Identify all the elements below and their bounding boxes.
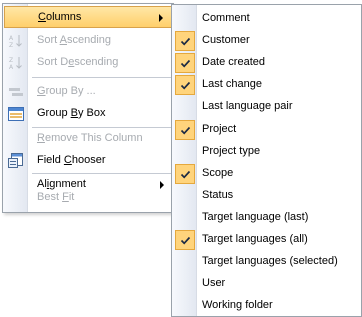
column-toggle-item[interactable]: Project bbox=[173, 119, 361, 141]
checkmark-icon bbox=[175, 31, 195, 52]
menu-item-label: Columns bbox=[38, 11, 82, 23]
column-toggle-label: Date created bbox=[202, 56, 265, 69]
menu-item-best-fit[interactable]: Best Fit bbox=[4, 187, 172, 209]
svg-text:A: A bbox=[9, 64, 14, 71]
column-toggle-label: Project type bbox=[202, 144, 261, 157]
checkmark-icon bbox=[175, 75, 195, 96]
menu-item-label: Field Chooser bbox=[37, 154, 106, 166]
column-toggle-item[interactable]: Project type bbox=[173, 141, 361, 163]
column-toggle-label: Target languages (all) bbox=[202, 233, 308, 245]
column-toggle-label: Comment bbox=[202, 12, 250, 24]
columns-submenu: Comment Customer Date created Last change La… bbox=[171, 4, 362, 317]
column-toggle-item[interactable]: User bbox=[173, 273, 361, 295]
column-toggle-item[interactable]: Status bbox=[173, 185, 361, 207]
sort-descending-icon: Z A bbox=[8, 55, 24, 71]
group-by-box-icon bbox=[8, 106, 24, 122]
svg-text:Z: Z bbox=[9, 57, 13, 64]
chevron-right-icon bbox=[159, 14, 163, 22]
sort-ascending-icon: A Z bbox=[8, 33, 24, 49]
column-toggle-item[interactable]: Target languages (all) bbox=[173, 229, 361, 251]
column-toggle-item[interactable]: Working folder bbox=[173, 295, 361, 317]
column-toggle-label: Status bbox=[202, 188, 234, 201]
menu-item-remove-column[interactable]: Remove This Column bbox=[4, 128, 172, 150]
column-toggle-item[interactable]: Target languages (selected) bbox=[173, 251, 361, 273]
menu-item-columns[interactable]: Columns bbox=[4, 6, 172, 28]
column-toggle-item[interactable]: Customer bbox=[173, 30, 361, 52]
svg-text:A: A bbox=[9, 35, 14, 42]
column-toggle-item[interactable]: Date created bbox=[173, 52, 361, 74]
group-by-icon bbox=[8, 84, 24, 100]
column-toggle-label: Target language (last) bbox=[202, 210, 309, 223]
menu-separator bbox=[32, 77, 171, 78]
menu-item-label: Sort Ascending bbox=[37, 34, 112, 46]
menu-item-sort-descending[interactable]: Z A Sort Descending bbox=[4, 52, 172, 74]
menu-item-sort-ascending[interactable]: A Z Sort Ascending bbox=[4, 30, 172, 52]
menu-item-group-by-box[interactable]: Group By Box bbox=[4, 103, 172, 125]
column-toggle-label: Project bbox=[202, 122, 237, 135]
checkmark-icon bbox=[175, 53, 195, 74]
checkmark-icon bbox=[175, 163, 195, 184]
menu-item-label: Sort Descending bbox=[37, 56, 119, 68]
checkmark-icon bbox=[175, 230, 195, 250]
column-toggle-item[interactable]: Comment bbox=[173, 8, 361, 30]
column-toggle-item[interactable]: Last language pair bbox=[173, 96, 361, 118]
column-toggle-label: Working folder bbox=[202, 299, 273, 312]
svg-text:Z: Z bbox=[9, 42, 13, 49]
menu-item-label: Best Fit bbox=[37, 191, 75, 203]
column-toggle-item[interactable]: Target language (last) bbox=[173, 207, 361, 229]
column-toggle-label: Last change bbox=[202, 78, 262, 91]
field-chooser-icon bbox=[8, 153, 24, 169]
menu-item-label: Group By Box bbox=[37, 107, 106, 119]
column-context-menu: Columns A Z Sort Ascending Z A Sort Desc… bbox=[2, 3, 174, 213]
menu-item-label: Group By ... bbox=[37, 85, 96, 97]
column-toggle-label: Scope bbox=[202, 166, 234, 179]
column-toggle-label: Customer bbox=[202, 34, 250, 47]
column-toggle-item[interactable]: Scope bbox=[173, 163, 361, 185]
menu-item-label: Remove This Column bbox=[37, 132, 143, 144]
column-toggle-item[interactable]: Last change bbox=[173, 74, 361, 96]
menu-item-group-by[interactable]: Group By ... bbox=[4, 81, 172, 103]
column-toggle-label: Last language pair bbox=[202, 100, 293, 113]
checkmark-icon bbox=[175, 119, 195, 140]
column-toggle-label: User bbox=[202, 277, 226, 290]
column-toggle-label: Target languages (selected) bbox=[202, 255, 338, 268]
menu-item-field-chooser[interactable]: Field Chooser bbox=[4, 150, 172, 172]
